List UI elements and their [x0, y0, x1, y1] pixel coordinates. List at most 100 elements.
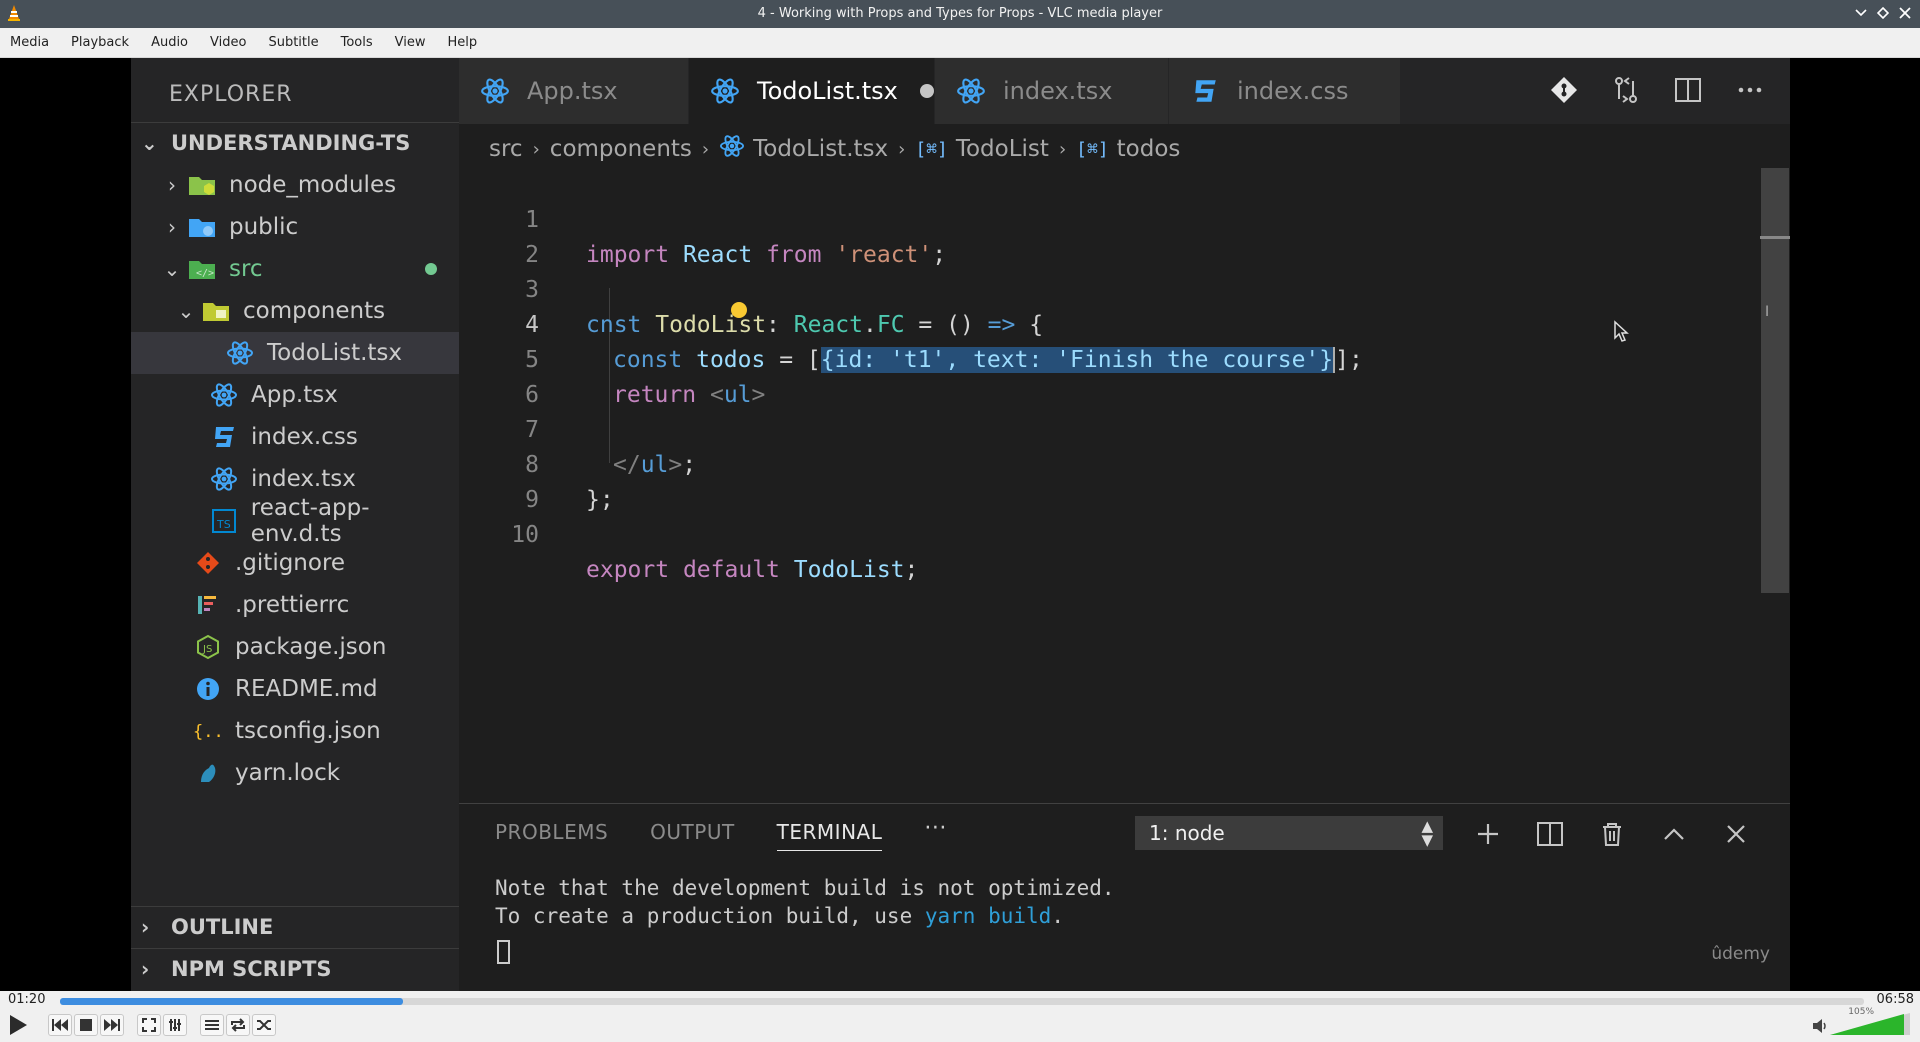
play-button[interactable]: [4, 1013, 32, 1037]
maximize-panel-icon[interactable]: [1655, 816, 1693, 852]
terminal-output[interactable]: Note that the development build is not o…: [495, 874, 1115, 930]
menu-playback[interactable]: Playback: [63, 35, 137, 50]
tab-todolist-tsx[interactable]: TodoList.tsx: [689, 58, 935, 124]
breadcrumb-file[interactable]: TodoList.tsx: [753, 136, 888, 162]
menu-media[interactable]: Media: [2, 35, 57, 50]
token: ;: [904, 557, 919, 583]
tree-item-todolist[interactable]: TodoList.tsx: [131, 332, 459, 374]
menu-video[interactable]: Video: [202, 35, 254, 50]
terminal-command: yarn build: [924, 904, 1052, 928]
tree-item-label: package.json: [235, 634, 387, 660]
total-time: 06:58: [1876, 992, 1914, 1007]
react-icon: [223, 338, 257, 368]
previous-button[interactable]: [48, 1014, 72, 1036]
menu-view[interactable]: View: [387, 35, 434, 50]
loop-button[interactable]: [226, 1014, 250, 1036]
terminal-line: Note that the development build is not o…: [495, 876, 1115, 900]
close-icon[interactable]: [1896, 4, 1914, 22]
minimize-icon[interactable]: [1852, 4, 1870, 22]
open-changes-icon[interactable]: [1608, 72, 1644, 108]
tree-item-index-tsx[interactable]: index.tsx: [131, 458, 459, 500]
next-button[interactable]: [100, 1014, 124, 1036]
tab-label: App.tsx: [527, 77, 618, 105]
tab-label: index.tsx: [1003, 77, 1113, 105]
split-editor-icon[interactable]: [1670, 72, 1706, 108]
outline-section-header[interactable]: › OUTLINE: [131, 906, 459, 946]
tree-item-tsconfig[interactable]: {..} tsconfig.json: [131, 710, 459, 752]
line-number: 10: [511, 522, 539, 548]
breadcrumb-symbol[interactable]: todos: [1117, 136, 1181, 162]
react-icon: [709, 75, 741, 107]
tab-index-tsx[interactable]: index.tsx: [935, 58, 1169, 124]
tab-output[interactable]: OUTPUT: [650, 820, 735, 851]
new-terminal-icon[interactable]: [1469, 816, 1507, 852]
css-icon: [207, 422, 241, 452]
git-icon: [191, 548, 225, 578]
breadcrumb-components[interactable]: components: [550, 136, 692, 162]
chevron-right-icon: ›: [168, 215, 176, 239]
tree-item-index-css[interactable]: index.css: [131, 416, 459, 458]
npm-scripts-section-header[interactable]: › NPM SCRIPTS: [131, 948, 459, 988]
tab-problems[interactable]: PROBLEMS: [495, 820, 608, 851]
tab-terminal[interactable]: TERMINAL: [776, 820, 883, 851]
tree-item-gitignore[interactable]: .gitignore: [131, 542, 459, 584]
more-tabs-button[interactable]: ···: [924, 816, 946, 851]
editor-scrollbar[interactable]: [1760, 168, 1790, 698]
tab-app-tsx[interactable]: App.tsx: [459, 58, 689, 124]
token: default: [682, 557, 780, 583]
code-editor[interactable]: 1 import React from 'react'; 2 3 cnst To…: [459, 168, 1739, 588]
menu-help[interactable]: Help: [440, 35, 486, 50]
breadcrumb: src › components › TodoList.tsx › [⌘] To…: [489, 132, 1180, 166]
tree-item-react-app-env[interactable]: TS react-app-env.d.ts: [131, 495, 459, 547]
code-line: 7 </ul>;: [459, 378, 1739, 478]
tree-item-prettierrc[interactable]: .prettierrc: [131, 584, 459, 626]
code-line: 8 };: [459, 413, 1739, 513]
unsaved-dot-icon[interactable]: [919, 84, 934, 98]
video-area[interactable]: EXPLORER ⌄ UNDERSTANDING-TS › node_modul…: [0, 58, 1920, 991]
typescript-icon: TS: [207, 506, 241, 536]
tree-item-app[interactable]: App.tsx: [131, 374, 459, 416]
menu-audio[interactable]: Audio: [143, 35, 196, 50]
tab-index-css[interactable]: index.css: [1169, 58, 1401, 124]
tree-item-label: TodoList.tsx: [267, 340, 403, 366]
close-panel-icon[interactable]: [1717, 816, 1755, 852]
seek-bar[interactable]: [60, 998, 1864, 1005]
code-line: 10 export default TodoList;: [459, 483, 1739, 583]
trash-icon[interactable]: [1593, 816, 1631, 852]
tree-item-readme[interactable]: README.md: [131, 668, 459, 710]
split-terminal-icon[interactable]: [1531, 816, 1569, 852]
explorer-title: EXPLORER: [169, 82, 293, 107]
tree-item-yarn-lock[interactable]: yarn.lock: [131, 752, 459, 794]
extended-settings-button[interactable]: [163, 1014, 187, 1036]
react-icon: [207, 464, 241, 494]
stop-button[interactable]: [74, 1014, 98, 1036]
project-section-header: ⌄ UNDERSTANDING-TS: [131, 122, 459, 162]
menu-tools[interactable]: Tools: [333, 35, 381, 50]
tree-item-package-json[interactable]: JS package.json: [131, 626, 459, 668]
fullscreen-button[interactable]: [137, 1014, 161, 1036]
playlist-button[interactable]: [200, 1014, 224, 1036]
speaker-icon[interactable]: [1812, 1018, 1828, 1037]
terminal-select[interactable]: 1: node ▲ ▼: [1135, 816, 1443, 850]
symbol-variable-icon: [⌘]: [1076, 138, 1109, 160]
tree-item-label: src: [229, 256, 263, 282]
volume-slider[interactable]: [1830, 1011, 1910, 1037]
explorer-sidebar: EXPLORER ⌄ UNDERSTANDING-TS › node_modul…: [131, 58, 459, 991]
select-arrows-icon: ▲ ▼: [1421, 817, 1433, 849]
git-compare-icon[interactable]: [1546, 72, 1582, 108]
bottom-panel: PROBLEMS OUTPUT TERMINAL ··· 1: node ▲ ▼ …: [459, 803, 1790, 991]
tree-item-label: yarn.lock: [235, 760, 341, 786]
more-actions-icon[interactable]: [1732, 72, 1768, 108]
breadcrumb-src[interactable]: src: [489, 136, 523, 162]
maximize-icon[interactable]: [1874, 4, 1892, 22]
svg-text:JS: JS: [202, 644, 212, 655]
react-icon: [719, 134, 745, 164]
tree-item-label: index.css: [251, 424, 358, 450]
breadcrumb-component[interactable]: TodoList: [956, 136, 1049, 162]
css-icon: [1189, 75, 1221, 107]
menu-subtitle[interactable]: Subtitle: [260, 35, 326, 50]
vscode-frame: EXPLORER ⌄ UNDERSTANDING-TS › node_modul…: [131, 58, 1790, 991]
scrollbar-thumb[interactable]: [1761, 168, 1789, 593]
shuffle-button[interactable]: [252, 1014, 276, 1036]
react-icon: [207, 380, 241, 410]
